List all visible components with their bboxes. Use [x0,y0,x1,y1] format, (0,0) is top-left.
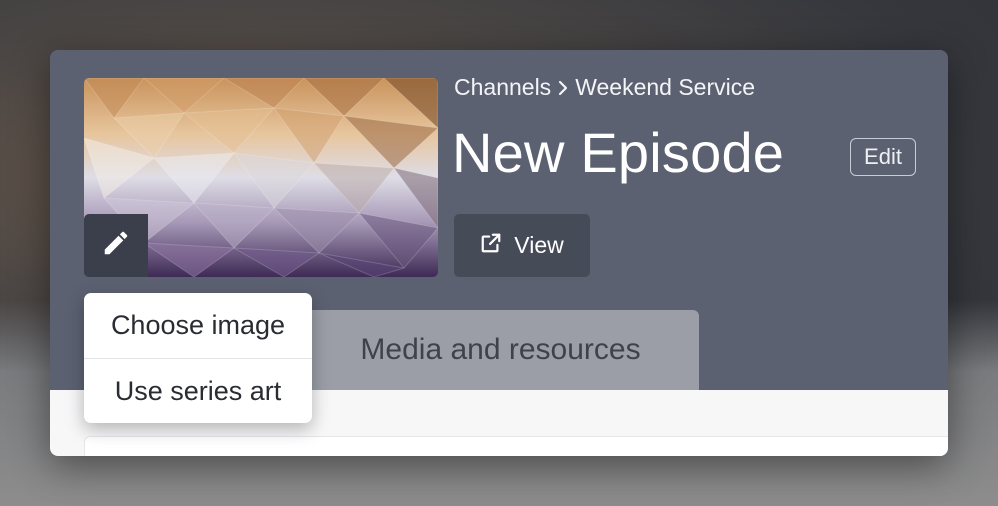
breadcrumb: Channels Weekend Service [454,74,755,101]
menu-item-choose-image[interactable]: Choose image [84,293,312,358]
edit-artwork-button[interactable] [84,214,148,277]
edit-title-button[interactable]: Edit [850,138,916,176]
view-button[interactable]: View [454,214,590,277]
breadcrumb-channels-link[interactable]: Channels [454,74,551,101]
content-panel [84,436,948,456]
external-link-icon [480,232,502,260]
artwork-options-menu: Choose image Use series art [84,293,312,423]
chevron-right-icon [557,80,569,96]
view-button-label: View [514,232,564,258]
menu-item-use-series-art[interactable]: Use series art [84,358,312,423]
episode-title: New Episode [452,121,785,184]
tab-media-and-resources[interactable]: Media and resources [302,310,699,390]
pencil-icon [101,228,131,263]
breadcrumb-current[interactable]: Weekend Service [575,74,755,101]
